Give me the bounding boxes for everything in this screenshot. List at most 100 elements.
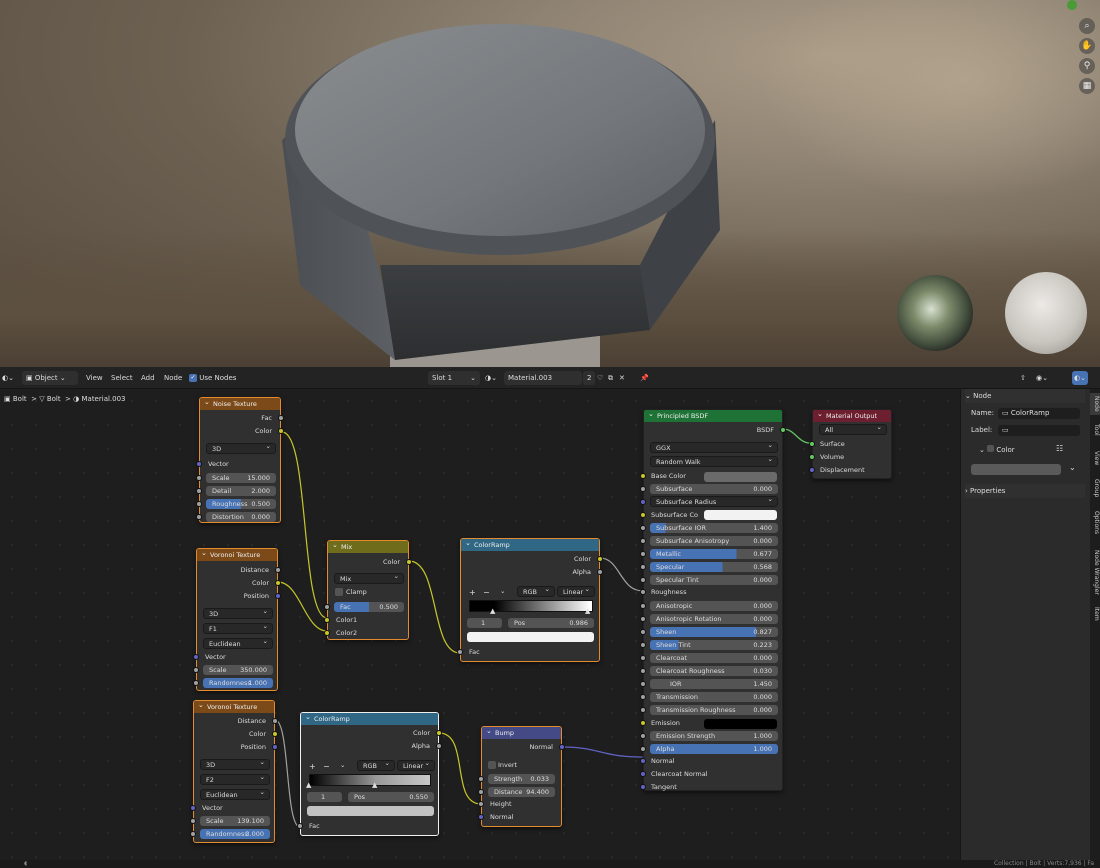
color-mode-dropdown[interactable]: RGB [357,758,395,771]
duplicate-material-icon[interactable]: ⧉ [608,371,613,385]
color-mode-dropdown[interactable]: RGB [517,584,555,597]
socket-anisotropic[interactable] [640,603,646,609]
editor-type-icon[interactable]: ◐⌄ [2,371,14,385]
add-stop-icon[interactable]: + [469,587,476,598]
gizmo-y-icon[interactable] [1067,0,1077,10]
socket-subsurface-color[interactable] [640,512,646,518]
randomness-field[interactable]: Randomness 3.000 [200,829,270,839]
tab-group[interactable]: Group [1090,475,1100,501]
add-stop-icon[interactable]: + [309,761,316,772]
clearcoat-roughness-field[interactable]: Clearcoat Roughness 0.030 [650,666,778,676]
socket-emission-strength[interactable] [640,733,646,739]
node-label-field[interactable]: ▭ [998,425,1080,436]
strength-field[interactable]: Strength 0.033 [488,774,555,784]
socket-roughness[interactable] [640,589,646,595]
socket-tangent[interactable] [640,784,646,790]
material-output-node[interactable]: Material Output All Surface Volume Displ… [809,408,892,479]
socket-height[interactable] [478,801,484,807]
feature-dropdown[interactable]: F2 [200,772,270,785]
socket-detail[interactable] [196,488,202,494]
socket-sheen[interactable] [640,629,646,635]
ramp-stop-black[interactable]: ▲ [490,606,495,617]
subsurface-anisotropy-field[interactable]: Subsurface Anisotropy 0.000 [650,536,778,546]
node-editor-canvas[interactable]: ▣ Bolt > ▽ Bolt > ◑ Material.003 Noise T… [0,389,960,868]
stop-position-field[interactable]: Pos 0.550 [348,792,434,802]
stop-color-swatch[interactable] [467,632,594,642]
socket-metallic[interactable] [640,551,646,557]
color-presets-icon[interactable]: ⌄ [1069,463,1076,472]
remove-stop-icon[interactable]: − [483,587,490,598]
zoom-icon[interactable]: ⌕ [1079,18,1095,34]
tab-tool[interactable]: Tool [1090,421,1100,439]
metallic-field[interactable]: Metallic 0.677 [650,549,778,559]
socket-color[interactable] [272,731,278,737]
remove-stop-icon[interactable]: − [323,761,330,772]
list-icon[interactable]: ☷ [1056,444,1063,453]
socket-distance[interactable] [272,718,278,724]
socket-emission[interactable] [640,720,646,726]
socket-normal-in[interactable] [478,814,484,820]
properties-panel-header[interactable]: › Properties [965,484,1085,498]
tab-node[interactable]: Node [1090,393,1100,415]
material-name-field[interactable]: Material.003 [504,371,582,385]
parent-node-tree-icon[interactable]: ⇧ [1020,371,1026,385]
socket-color[interactable] [275,580,281,586]
sheen-tint-field[interactable]: Sheen Tint 0.223 [650,640,778,650]
socket-distance[interactable] [275,567,281,573]
menu-node[interactable]: Node [164,371,182,385]
anisotropic-field[interactable]: Anisotropic 0.000 [650,601,778,611]
anisotropic-rotation-field[interactable]: Anisotropic Rotation 0.000 [650,614,778,624]
color-ramp-bar[interactable] [309,774,431,786]
socket-volume[interactable] [809,454,815,460]
menu-view[interactable]: View [86,371,103,385]
tab-view[interactable]: View [1090,447,1100,469]
roughness-field[interactable]: Roughness 0.500 [206,499,276,509]
scale-field[interactable]: Scale 139.100 [200,816,270,826]
menu-add[interactable]: Add [141,371,155,385]
material-users-count[interactable]: 2 [583,371,596,385]
socket-roughness[interactable] [196,501,202,507]
specular-tint-field[interactable]: Specular Tint 0.000 [650,575,778,585]
blend-mode-dropdown[interactable]: Mix [334,571,404,584]
bump-node[interactable]: Bump Normal Invert Strength 0.033 Distanc… [478,725,565,827]
socket-anisotropic-rotation[interactable] [640,616,646,622]
subsurface-field[interactable]: Subsurface 0.000 [650,484,778,494]
socket-subsurface-radius[interactable] [640,499,646,505]
voronoi-texture-node-2[interactable]: Voronoi Texture Distance Color Position … [190,699,278,843]
socket-clearcoat-normal[interactable] [640,771,646,777]
dimensions-dropdown[interactable]: 3D [203,606,273,619]
clamp-checkbox[interactable] [335,588,343,596]
metric-dropdown[interactable]: Euclidean [203,636,273,649]
socket-vector[interactable] [190,805,196,811]
tab-item[interactable]: Item [1090,604,1100,624]
socket-fac[interactable] [278,415,284,421]
ior-field[interactable]: IOR 1.450 [650,679,778,689]
stop-index-field[interactable]: 1 [467,618,502,628]
socket-position[interactable] [275,593,281,599]
scale-field[interactable]: Scale 350.000 [203,665,273,675]
socket-fac[interactable] [324,604,330,610]
socket-surface[interactable] [809,441,815,447]
noise-texture-node[interactable]: Noise Texture Fac Color 3D Vector Scale 1… [196,396,284,523]
clearcoat-field[interactable]: Clearcoat 0.000 [650,653,778,663]
dimensions-dropdown[interactable]: 3D [206,441,276,454]
emission-strength-field[interactable]: Emission Strength 1.000 [650,731,778,741]
invert-checkbox[interactable] [488,761,496,769]
socket-sheen-tint[interactable] [640,642,646,648]
socket-specular[interactable] [640,564,646,570]
camera-icon[interactable]: ⚲ [1079,58,1095,74]
pin-icon[interactable]: 📌 [640,371,649,385]
socket-color[interactable] [597,556,603,562]
socket-randomness[interactable] [193,680,199,686]
socket-distortion[interactable] [196,514,202,520]
socket-color[interactable] [406,559,412,565]
socket-normal[interactable] [640,758,646,764]
sheen-field[interactable]: Sheen 0.827 [650,627,778,637]
socket-position[interactable] [272,744,278,750]
scale-field[interactable]: Scale 15.000 [206,473,276,483]
socket-randomness[interactable] [190,831,196,837]
alpha-field[interactable]: Alpha 1.000 [650,744,778,754]
stop-position-field[interactable]: Pos 0.986 [508,618,594,628]
socket-subsurface-ior[interactable] [640,525,646,531]
socket-fac[interactable] [297,823,303,829]
